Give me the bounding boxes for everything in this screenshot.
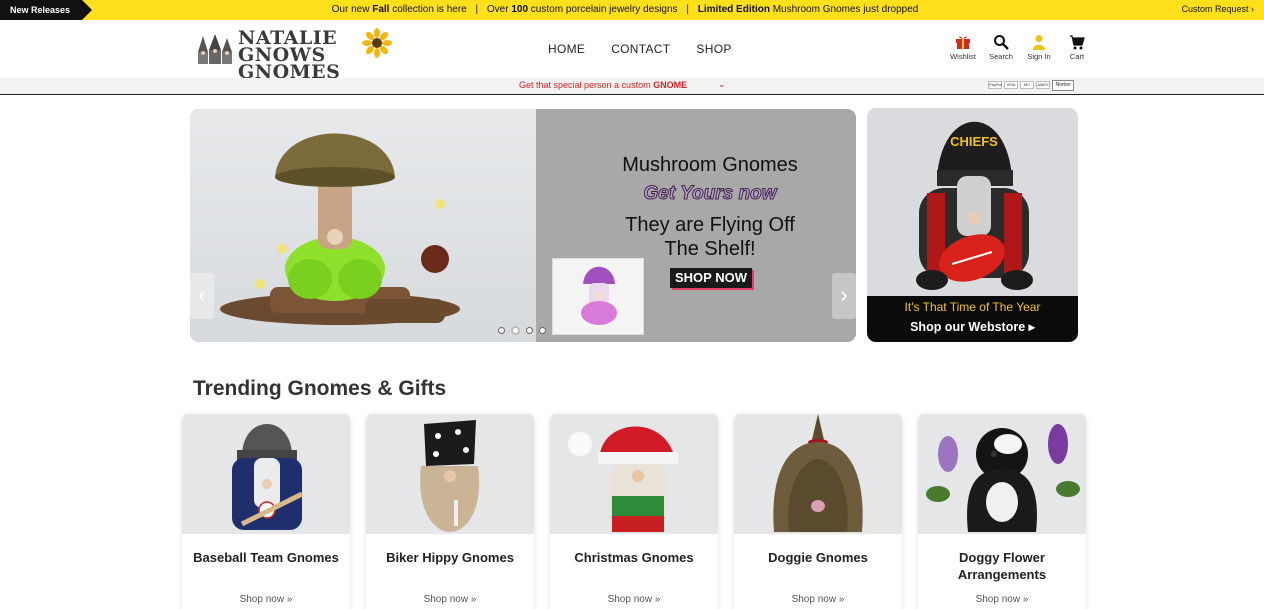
product-title[interactable]: Baseball Team Gnomes: [182, 549, 350, 566]
payment-badges: PayPal VISA MC AMEX Norton: [988, 80, 1074, 91]
product-image: [734, 414, 902, 534]
product-image: [182, 414, 350, 534]
hero-shop-now-button[interactable]: SHOP NOW: [670, 268, 752, 288]
side-promo-line-1: It's That Time of The Year: [904, 300, 1041, 314]
promo-text-main: Get that special person a custom: [519, 80, 654, 90]
hero-subheading: Get Yours now: [643, 183, 777, 205]
carousel-dot[interactable]: [498, 327, 505, 334]
cart-button[interactable]: Cart: [1058, 34, 1096, 61]
search-icon: [994, 35, 1009, 50]
carousel-dot[interactable]: [539, 327, 546, 334]
announcement-bar: New Releases Our new Fall collection is …: [0, 0, 1264, 20]
product-image: [918, 414, 1086, 534]
sunflower-icon: [362, 28, 392, 58]
announce-text: Our new: [331, 4, 373, 15]
shop-now-link[interactable]: Shop now »: [734, 594, 902, 605]
cart-icon: [1070, 35, 1085, 50]
shop-now-link[interactable]: Shop now »: [918, 594, 1086, 605]
cart-label: Cart: [1069, 52, 1085, 61]
product-card[interactable]: Christmas Gnomes Shop now »: [550, 414, 718, 609]
user-icon: [1033, 35, 1045, 50]
product-card[interactable]: Doggy Flower Arrangements Shop now »: [918, 414, 1086, 609]
announce-text: Over: [486, 4, 512, 15]
amex-icon: AMEX: [1036, 81, 1050, 89]
product-image: [550, 414, 718, 534]
shop-now-link[interactable]: Shop now »: [550, 594, 718, 605]
biker-gnome-image: [420, 420, 480, 532]
announce-bold: 100: [511, 4, 529, 15]
search-button[interactable]: Search: [982, 34, 1020, 61]
hero-heading: Mushroom Gnomes: [622, 154, 798, 176]
sign-in-button[interactable]: Sign In: [1020, 34, 1058, 61]
announce-bold: Fall: [372, 4, 390, 15]
carousel-dot-active[interactable]: [511, 326, 520, 335]
chiefs-gnome-image: CHIEFS: [916, 121, 1033, 290]
hero-tagline-line-1: They are Flying Off: [625, 214, 795, 236]
product-card[interactable]: Biker Hippy Gnomes Shop now »: [366, 414, 534, 609]
announcement-text: Our new Fall collection is here | Over 1…: [250, 0, 1000, 20]
side-promo-card[interactable]: CHIEFS It's That Time of The Year Shop o…: [867, 108, 1078, 342]
hero-thumbnail: [552, 258, 644, 335]
sign-in-label: Sign In: [1027, 52, 1051, 61]
norton-badge-icon: Norton: [1052, 80, 1074, 91]
chevron-down-icon[interactable]: ⌄: [718, 79, 726, 90]
product-title[interactable]: Biker Hippy Gnomes: [366, 549, 534, 566]
gnome-logo-icon: [198, 34, 232, 64]
promo-text[interactable]: Get that special person a custom GNOME: [519, 80, 687, 90]
nav-shop[interactable]: SHOP: [696, 42, 731, 56]
custom-request-link[interactable]: Custom Request ›: [1181, 0, 1254, 18]
announce-text: custom porcelain jewelry designs: [528, 4, 678, 15]
side-promo-link[interactable]: Shop our Webstore ▸: [867, 319, 1078, 334]
gift-icon: [956, 36, 970, 49]
trending-cards: Baseball Team Gnomes Shop now » Biker Hi…: [182, 414, 1086, 609]
new-releases-tag[interactable]: New Releases: [0, 0, 92, 20]
baseball-gnome-image: [232, 424, 304, 530]
carousel-next-button[interactable]: ›: [832, 273, 856, 319]
product-title[interactable]: Doggie Gnomes: [734, 549, 902, 566]
separator: |: [475, 4, 479, 15]
hero-tagline: They are Flying Off The Shelf!: [536, 213, 856, 261]
announce-bold: Limited Edition: [697, 4, 770, 15]
hero-text-panel: Mushroom Gnomes Get Yours now They are F…: [536, 109, 856, 342]
hero-carousel[interactable]: Mushroom Gnomes Get Yours now They are F…: [190, 109, 856, 342]
announce-text: collection is here: [389, 4, 467, 15]
nav-home[interactable]: HOME: [548, 42, 585, 56]
announce-text: Mushroom Gnomes just dropped: [769, 4, 919, 15]
site-header: NATALIE GNOWS GNOMES HOME CONTACT SHOP W…: [0, 20, 1264, 82]
doggie-gnome-image: [773, 414, 863, 532]
visa-icon: VISA: [1004, 81, 1018, 89]
product-card[interactable]: Doggie Gnomes Shop now »: [734, 414, 902, 609]
christmas-gnome-image: [568, 426, 678, 532]
wishlist-label: Wishlist: [950, 52, 976, 61]
carousel-dots: [498, 326, 546, 335]
carousel-dot[interactable]: [526, 327, 533, 334]
carousel-prev-button[interactable]: ‹: [190, 273, 214, 319]
product-title[interactable]: Doggy Flower Arrangements: [918, 549, 1086, 583]
wishlist-button[interactable]: Wishlist: [944, 34, 982, 61]
hero-photo: [190, 109, 536, 342]
mastercard-icon: MC: [1020, 81, 1034, 89]
site-logo[interactable]: NATALIE GNOWS GNOMES: [192, 28, 404, 82]
mushroom-gnome-image: [220, 133, 460, 325]
svg-text:CHIEFS: CHIEFS: [950, 134, 998, 149]
search-label: Search: [989, 52, 1013, 61]
purple-mushroom-image: [581, 266, 617, 325]
separator: |: [686, 4, 689, 15]
product-card[interactable]: Baseball Team Gnomes Shop now »: [182, 414, 350, 609]
section-title: Trending Gnomes & Gifts: [193, 377, 447, 400]
header-icons: Wishlist Search Sign In Cart: [944, 34, 1096, 61]
promo-text-bold: GNOME: [653, 80, 688, 90]
product-image: [366, 414, 534, 534]
shop-now-link[interactable]: Shop now »: [182, 594, 350, 605]
paypal-icon: PayPal: [988, 81, 1002, 89]
shop-now-link[interactable]: Shop now »: [366, 594, 534, 605]
product-title[interactable]: Christmas Gnomes: [550, 549, 718, 566]
nav-contact[interactable]: CONTACT: [611, 42, 670, 56]
main-nav: HOME CONTACT SHOP: [548, 42, 732, 56]
promo-bar: Get that special person a custom GNOME ⌄…: [0, 78, 1264, 95]
doggy-flower-image: [926, 424, 1080, 532]
